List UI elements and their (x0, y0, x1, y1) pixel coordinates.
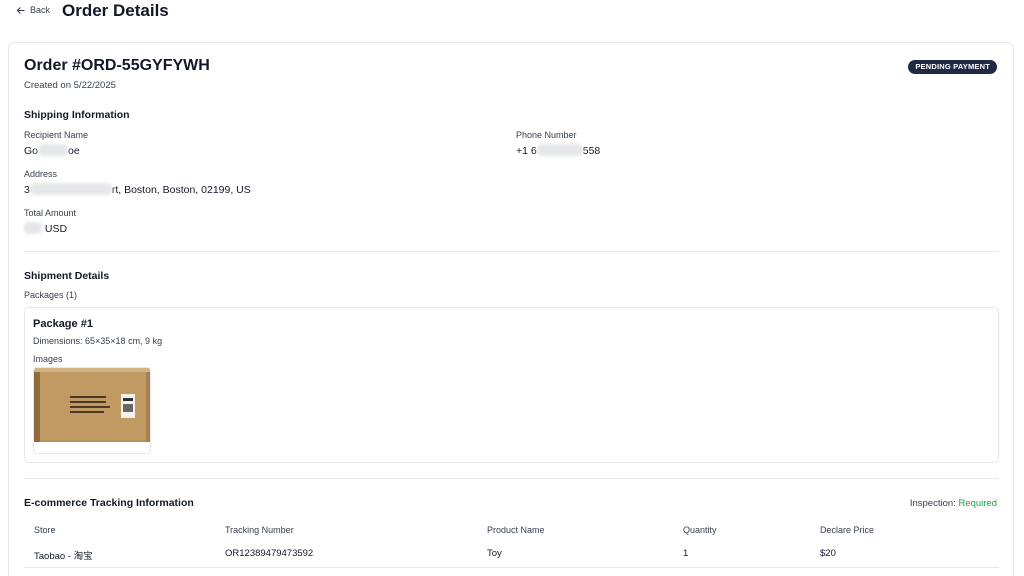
recipient-prefix: Go (24, 145, 39, 157)
phone-value: +1 6 558 (516, 144, 600, 157)
redacted-blur (29, 183, 112, 195)
package-image-thumbnail[interactable] (33, 367, 151, 454)
redacted-blur (38, 144, 69, 156)
recipient-label: Recipient Name (24, 130, 89, 140)
address-label: Address (24, 169, 58, 179)
cell-declare-price: $20 (820, 548, 836, 559)
total-value: USD (24, 222, 67, 235)
package-dimensions: Dimensions: 65×35×18 cm, 9 kg (33, 336, 163, 346)
phone-suffix: 558 (582, 145, 601, 157)
total-label: Total Amount (24, 208, 77, 218)
divider (24, 478, 999, 479)
address-suffix: rt, Boston, Boston, 02199, US (111, 184, 251, 196)
table-row: Taobao - 淘宝 OR12389479473592 Toy 1 $20 (24, 546, 999, 568)
back-label: Back (30, 5, 51, 15)
column-header-quantity: Quantity (683, 525, 717, 535)
packages-count: Packages (1) (24, 290, 78, 300)
status-badge: PENDING PAYMENT (908, 60, 997, 74)
phone-prefix: +1 6 (516, 145, 537, 157)
column-header-tracking-number: Tracking Number (225, 525, 294, 535)
column-header-declare-price: Declare Price (820, 525, 875, 535)
tracking-table-header: Store Tracking Number Product Name Quant… (24, 523, 999, 541)
shipment-section-title: Shipment Details (24, 270, 110, 282)
tracking-section-title: E-commerce Tracking Information (24, 497, 194, 509)
divider (24, 251, 999, 252)
inspection-label: Inspection: (909, 498, 956, 509)
back-button[interactable]: Back (16, 5, 50, 15)
cell-store: Taobao - 淘宝 (34, 551, 93, 562)
inspection-status: Inspection: Required (910, 498, 997, 509)
order-id: Order #ORD-55GYFYWH (24, 57, 210, 74)
page-title: Order Details (62, 1, 169, 20)
address-prefix: 3 (24, 184, 30, 196)
cell-quantity: 1 (683, 548, 689, 559)
address-value: 3 rt, Boston, Boston, 02199, US (24, 183, 251, 196)
package-images-label: Images (33, 354, 63, 364)
cell-product-name: Toy (487, 548, 502, 559)
order-card: Order #ORD-55GYFYWH Created on 5/22/2025… (8, 42, 1014, 576)
inspection-value: Required (958, 498, 997, 509)
package-card: Package #1 Dimensions: 65×35×18 cm, 9 kg… (24, 307, 999, 463)
arrow-left-icon (16, 6, 25, 14)
top-bar: Back Order Details (0, 0, 1024, 28)
created-date: Created on 5/22/2025 (24, 80, 116, 91)
shipping-section-title: Shipping Information (24, 109, 130, 121)
redacted-blur (24, 222, 42, 234)
package-title: Package #1 (33, 318, 93, 330)
cell-tracking-number: OR12389479473592 (225, 548, 314, 559)
recipient-suffix: oe (68, 145, 80, 157)
total-currency: USD (44, 223, 68, 235)
recipient-value: Go oe (24, 144, 80, 157)
redacted-blur (536, 144, 583, 156)
phone-label: Phone Number (516, 130, 577, 140)
package-photo (34, 368, 150, 453)
column-header-product-name: Product Name (487, 525, 545, 535)
column-header-store: Store (34, 525, 56, 535)
